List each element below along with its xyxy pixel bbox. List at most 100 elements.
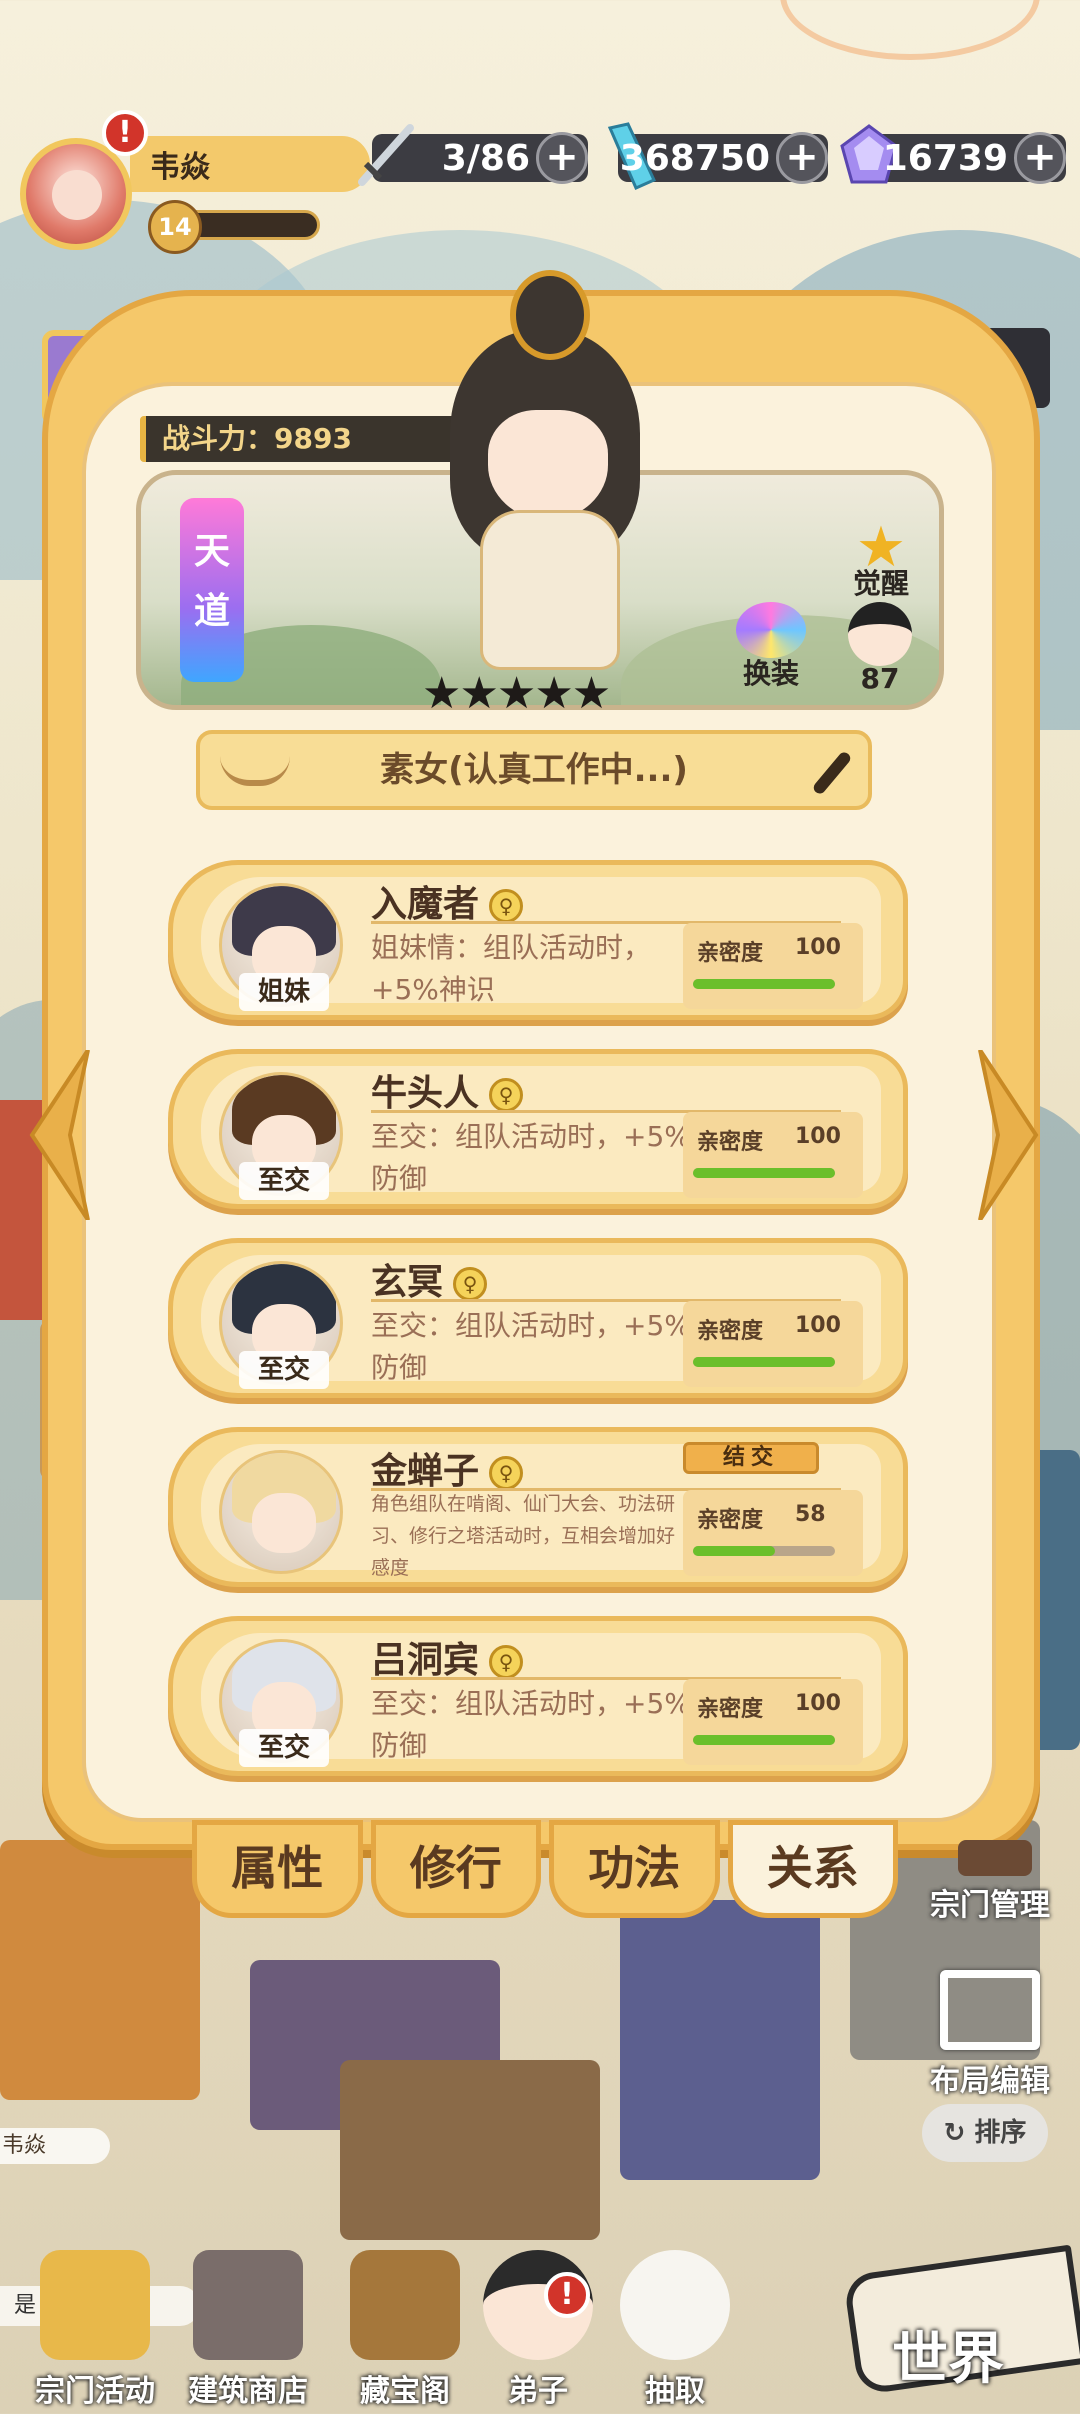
tab-attributes[interactable]: 属性 [192, 1820, 363, 1918]
sort-button[interactable]: ↻ 排序 [922, 2104, 1048, 2162]
character-status: 素女(认真工作中...) [196, 730, 872, 810]
relation-type-tag: 至交 [239, 1162, 329, 1200]
relation-avatar[interactable] [219, 1450, 343, 1574]
intimacy-value: 100 [795, 935, 841, 960]
key-icon[interactable]: ♀ [489, 1078, 524, 1112]
relation-bonus: 至交：组队活动时，+5%防御 [371, 1309, 691, 1384]
intimacy-value: 100 [795, 1691, 841, 1716]
avatar-face [252, 1493, 316, 1553]
world-map-button[interactable]: 世界 [830, 2244, 1080, 2414]
key-icon[interactable]: ♀ [453, 1267, 488, 1301]
hero-bun [510, 270, 590, 360]
building[interactable] [620, 1900, 820, 2180]
key-icon[interactable]: ♀ [489, 1645, 524, 1679]
intimacy-bar [693, 1546, 835, 1556]
relation-bonus: 角色组队在啃阁、仙门大会、功法研习、修行之塔活动时，互相会增加好感度 [371, 1493, 676, 1579]
relation-list: 姐妹 入魔者 ♀ 姐妹情：组队活动时，+5%神识 亲密度 100 至交 牛头人 ♀ … [168, 860, 908, 1805]
relation-name-row: 入魔者 ♀ [371, 875, 524, 927]
relation-type-tag: 姐妹 [239, 973, 329, 1011]
intimacy-bar [693, 1357, 835, 1367]
hero-face [488, 410, 608, 520]
follower-button[interactable]: 87 [840, 602, 920, 695]
resource-gem: 16739 + [840, 124, 1066, 184]
sun-ring [780, 0, 1040, 60]
relation-card[interactable]: 至交 牛头人 ♀ 至交：组队活动时，+5%防御 亲密度 100 [168, 1049, 908, 1209]
add-gem-button[interactable]: + [1014, 132, 1066, 184]
relation-card[interactable]: 金蝉子 ♀ 结交 角色组队在啃阁、仙门大会、功法研习、修行之塔活动时，互相会增加好… [168, 1427, 908, 1587]
add-crystal-button[interactable]: + [776, 132, 828, 184]
resource-stamina: 3/86 + [358, 124, 588, 186]
awaken-label: 觉醒 [852, 567, 909, 600]
nav-sect-activity[interactable]: 宗门活动 [20, 2250, 170, 2414]
relation-badge: 结交 [683, 1442, 819, 1474]
layout-edit-icon [940, 1970, 1040, 2050]
resource-crystal: 368750 + [607, 122, 828, 190]
relation-name: 金蝉子 [371, 1451, 480, 1492]
intimacy-box: 亲密度 58 [683, 1490, 863, 1576]
building[interactable] [0, 1840, 200, 2100]
prev-character-arrow-icon[interactable] [26, 1050, 96, 1220]
intimacy-label: 亲密度 [697, 941, 764, 966]
nav-disciples[interactable]: 弟子 [478, 2250, 598, 2414]
intimacy-bar [693, 1168, 835, 1178]
player-avatar[interactable] [20, 138, 132, 250]
intimacy-bar-fill [693, 979, 835, 989]
awaken-button[interactable]: ★ 觉醒 [836, 520, 926, 602]
tab-skills[interactable]: 功法 [549, 1820, 720, 1918]
sect-manage-label: 宗门管理 [930, 1888, 1050, 1923]
intimacy-bar [693, 979, 835, 989]
player-name: 韦焱 [150, 150, 210, 185]
avatar-face [52, 170, 102, 220]
sect-manage-button[interactable]: 宗门管理 [910, 1880, 1070, 1924]
relation-card[interactable]: 至交 玄冥 ♀ 至交：组队活动时，+5%防御 亲密度 100 [168, 1238, 908, 1398]
sort-icon: ↻ [943, 2118, 975, 2148]
character-portrait[interactable] [410, 270, 680, 680]
relation-bonus: 至交：组队活动时，+5%防御 [371, 1120, 691, 1195]
status-text: 素女(认真工作中...) [380, 750, 688, 790]
relation-name-row: 牛头人 ♀ [371, 1064, 524, 1116]
nav-label: 抽取 [645, 2374, 705, 2409]
follower-avatar-icon [848, 602, 912, 666]
relation-bonus: 至交：组队活动时，+5%防御 [371, 1687, 691, 1762]
world-label: 世界 [892, 2327, 1004, 2392]
rename-brush-icon[interactable] [811, 749, 853, 797]
relation-card[interactable]: 姐妹 入魔者 ♀ 姐妹情：组队活动时，+5%神识 亲密度 100 [168, 860, 908, 1020]
relation-name: 入魔者 [371, 884, 480, 925]
hero-body [480, 510, 620, 670]
rank-tag-text: 天道 [193, 531, 230, 632]
player-info[interactable]: ! 韦焱 14 [20, 110, 370, 254]
key-icon[interactable]: ♀ [489, 1456, 524, 1490]
nav-draw[interactable]: 抽取 [600, 2250, 750, 2414]
map-name-tag: 韦焱 [0, 2128, 110, 2164]
tab-cultivation[interactable]: 修行 [370, 1820, 541, 1918]
intimacy-box: 亲密度 100 [683, 1679, 863, 1765]
resource-value: 368750 [619, 138, 770, 179]
alert-icon: ! [102, 110, 148, 156]
nav-label: 藏宝阁 [360, 2374, 450, 2409]
relation-card[interactable]: 至交 吕洞宾 ♀ 至交：组队活动时，+5%防御 亲密度 100 [168, 1616, 908, 1776]
resource-value: 3/86 [441, 138, 530, 179]
nav-treasure-pavilion[interactable]: 藏宝阁 [330, 2250, 480, 2414]
nav-label: 建筑商店 [188, 2374, 308, 2409]
layout-edit-label: 布局编辑 [930, 2064, 1050, 2099]
building[interactable] [340, 2060, 600, 2240]
intimacy-bar-fill [693, 1357, 835, 1367]
nav-label: 弟子 [508, 2374, 568, 2409]
rank-tag: 天道 [180, 498, 244, 682]
intimacy-box: 亲密度 100 [683, 1301, 863, 1387]
intimacy-label: 亲密度 [697, 1508, 764, 1533]
key-icon[interactable]: ♀ [489, 889, 524, 923]
add-stamina-button[interactable]: + [536, 132, 588, 184]
tab-relations[interactable]: 关系 [727, 1820, 898, 1918]
layout-edit-button[interactable]: 布局编辑 [910, 1970, 1070, 2100]
intimacy-box: 亲密度 100 [683, 923, 863, 1009]
outfit-button[interactable]: 换装 [726, 602, 816, 692]
intimacy-value: 100 [795, 1124, 841, 1149]
next-character-arrow-icon[interactable] [972, 1050, 1042, 1220]
nav-label: 宗门活动 [35, 2374, 155, 2409]
boat-icon [220, 756, 290, 786]
intimacy-bar-fill [693, 1735, 835, 1745]
relation-type-tag: 至交 [239, 1729, 329, 1767]
nav-building-shop[interactable]: 建筑商店 [168, 2250, 328, 2414]
intimacy-label: 亲密度 [697, 1130, 764, 1155]
